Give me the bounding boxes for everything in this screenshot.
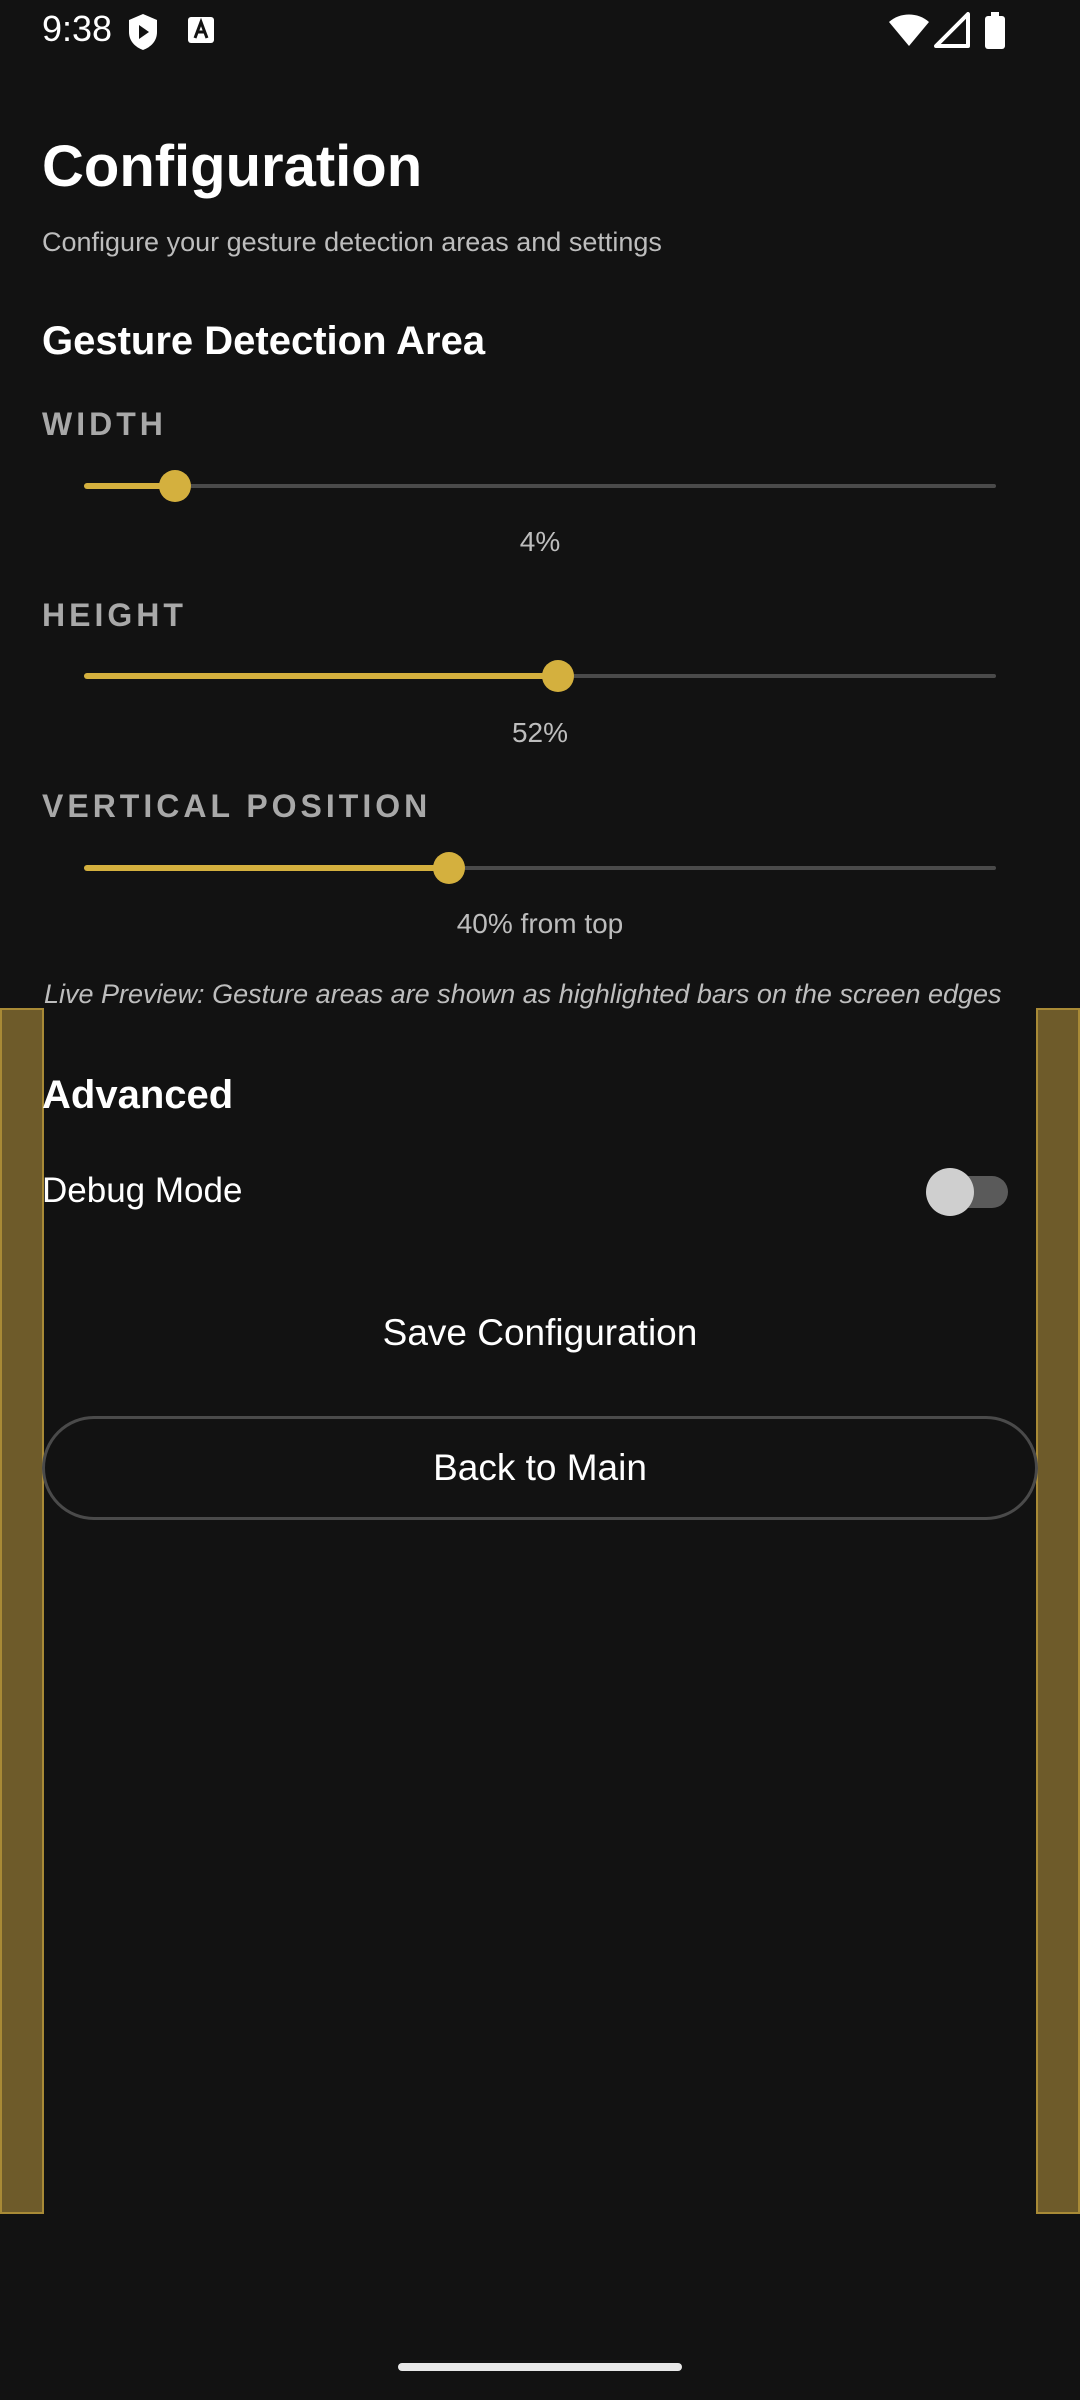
- signal-icon: [934, 12, 970, 53]
- debug-mode-label: Debug Mode: [42, 1171, 243, 1210]
- left-edge-gesture-preview: [0, 1008, 44, 2214]
- vertical-position-value: 40% from top: [456, 908, 624, 939]
- vertical-position-label: VERTICAL POSITION: [42, 788, 432, 824]
- width-label: WIDTH: [42, 406, 167, 442]
- shield-icon: [126, 12, 160, 57]
- page-title: Configuration: [42, 134, 423, 199]
- a-icon: [186, 12, 216, 51]
- height-value: 52%: [511, 717, 569, 748]
- screen: 9:38 Configuration Configure your gestur…: [0, 0, 1080, 2400]
- height-label: HEIGHT: [42, 597, 187, 633]
- slider-fill: [84, 673, 559, 679]
- height-slider[interactable]: [84, 656, 996, 696]
- save-configuration-button[interactable]: Save Configuration: [42, 1290, 1038, 1376]
- slider-track: [84, 484, 996, 488]
- gesture-section-title: Gesture Detection Area: [42, 319, 486, 363]
- wifi-icon: [888, 12, 930, 53]
- slider-fill: [84, 865, 449, 871]
- slider-thumb[interactable]: [432, 852, 465, 884]
- toggle-thumb: [926, 1168, 974, 1216]
- page-subtitle: Configure your gesture detection areas a…: [42, 227, 662, 257]
- debug-mode-toggle[interactable]: [922, 1162, 1008, 1218]
- home-indicator[interactable]: [398, 2363, 682, 2371]
- live-preview-note: Live Preview: Gesture areas are shown as…: [44, 979, 1002, 1009]
- status-bar: 9:38: [0, 0, 1080, 64]
- battery-icon: [984, 12, 1006, 55]
- vertical-position-slider[interactable]: [84, 848, 996, 888]
- status-time: 9:38: [42, 8, 113, 49]
- right-edge-gesture-preview: [1036, 1008, 1080, 2214]
- slider-thumb[interactable]: [159, 470, 192, 502]
- back-to-main-button[interactable]: Back to Main: [42, 1416, 1038, 1520]
- width-slider[interactable]: [84, 466, 996, 506]
- slider-thumb[interactable]: [542, 660, 575, 692]
- advanced-section-title: Advanced: [42, 1073, 234, 1117]
- width-value: 4%: [519, 526, 561, 557]
